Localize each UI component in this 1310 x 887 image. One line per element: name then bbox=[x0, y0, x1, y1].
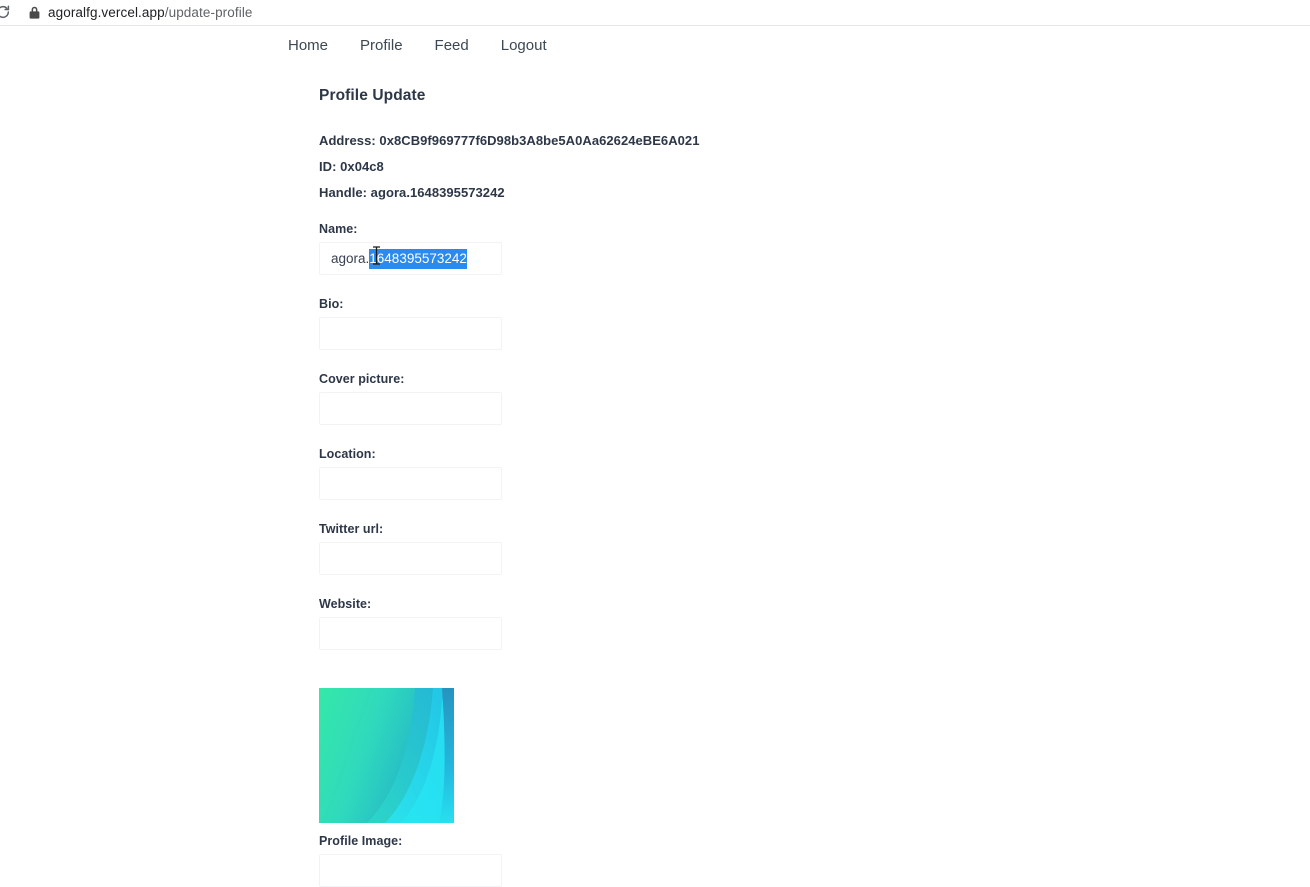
info-id: ID: 0x04c8 bbox=[319, 159, 384, 174]
field-group-location: Location: bbox=[319, 447, 919, 500]
cover-image-preview-graphic bbox=[319, 688, 454, 823]
bio-input[interactable] bbox=[319, 317, 502, 350]
twitter-url-input[interactable] bbox=[319, 542, 502, 575]
label-profile-image: Profile Image: bbox=[319, 834, 403, 848]
field-group-bio: Bio: bbox=[319, 297, 919, 350]
url-bar-text[interactable]: agoralfg.vercel.app/update-profile bbox=[48, 0, 253, 26]
name-input[interactable]: agora. 1648395573242 bbox=[319, 242, 502, 275]
nav-item-home[interactable]: Home bbox=[288, 37, 328, 54]
page-title: Profile Update bbox=[319, 87, 426, 104]
profile-update-form: Profile Update Address: 0x8CB9f969777f6D… bbox=[319, 87, 919, 887]
info-handle: Handle: agora.1648395573242 bbox=[319, 185, 505, 200]
reload-icon[interactable] bbox=[0, 4, 11, 20]
field-group-cover-picture: Cover picture: bbox=[319, 372, 919, 425]
browser-chrome: agoralfg.vercel.app/update-profile bbox=[0, 0, 1310, 26]
profile-image-input[interactable] bbox=[319, 854, 502, 887]
nav-item-logout[interactable]: Logout bbox=[501, 37, 547, 54]
url-path: /update-profile bbox=[164, 5, 253, 20]
nav-item-feed[interactable]: Feed bbox=[435, 37, 469, 54]
url-host: agoralfg.vercel.app bbox=[48, 5, 165, 20]
website-input[interactable] bbox=[319, 617, 502, 650]
label-twitter-url: Twitter url: bbox=[319, 522, 384, 536]
main-navigation: Home Profile Feed Logout bbox=[288, 37, 547, 54]
page-content: Home Profile Feed Logout Profile Update … bbox=[0, 27, 1310, 887]
lock-icon[interactable] bbox=[28, 5, 41, 20]
info-address: Address: 0x8CB9f969777f6D98b3A8be5A0Aa62… bbox=[319, 133, 700, 148]
label-website: Website: bbox=[319, 597, 372, 611]
label-bio: Bio: bbox=[319, 297, 344, 311]
nav-item-profile[interactable]: Profile bbox=[360, 37, 403, 54]
cover-image-preview bbox=[319, 688, 454, 823]
location-input[interactable] bbox=[319, 467, 502, 500]
cover-picture-input[interactable] bbox=[319, 392, 502, 425]
field-group-website: Website: bbox=[319, 597, 919, 650]
field-group-name: Name: agora. 1648395573242 bbox=[319, 222, 919, 275]
field-group-twitter-url: Twitter url: bbox=[319, 522, 919, 575]
name-value-unselected: agora. bbox=[331, 251, 370, 266]
label-name: Name: bbox=[319, 222, 358, 236]
label-cover-picture: Cover picture: bbox=[319, 372, 405, 386]
name-value-selected: 1648395573242 bbox=[369, 248, 467, 269]
label-location: Location: bbox=[319, 447, 376, 461]
